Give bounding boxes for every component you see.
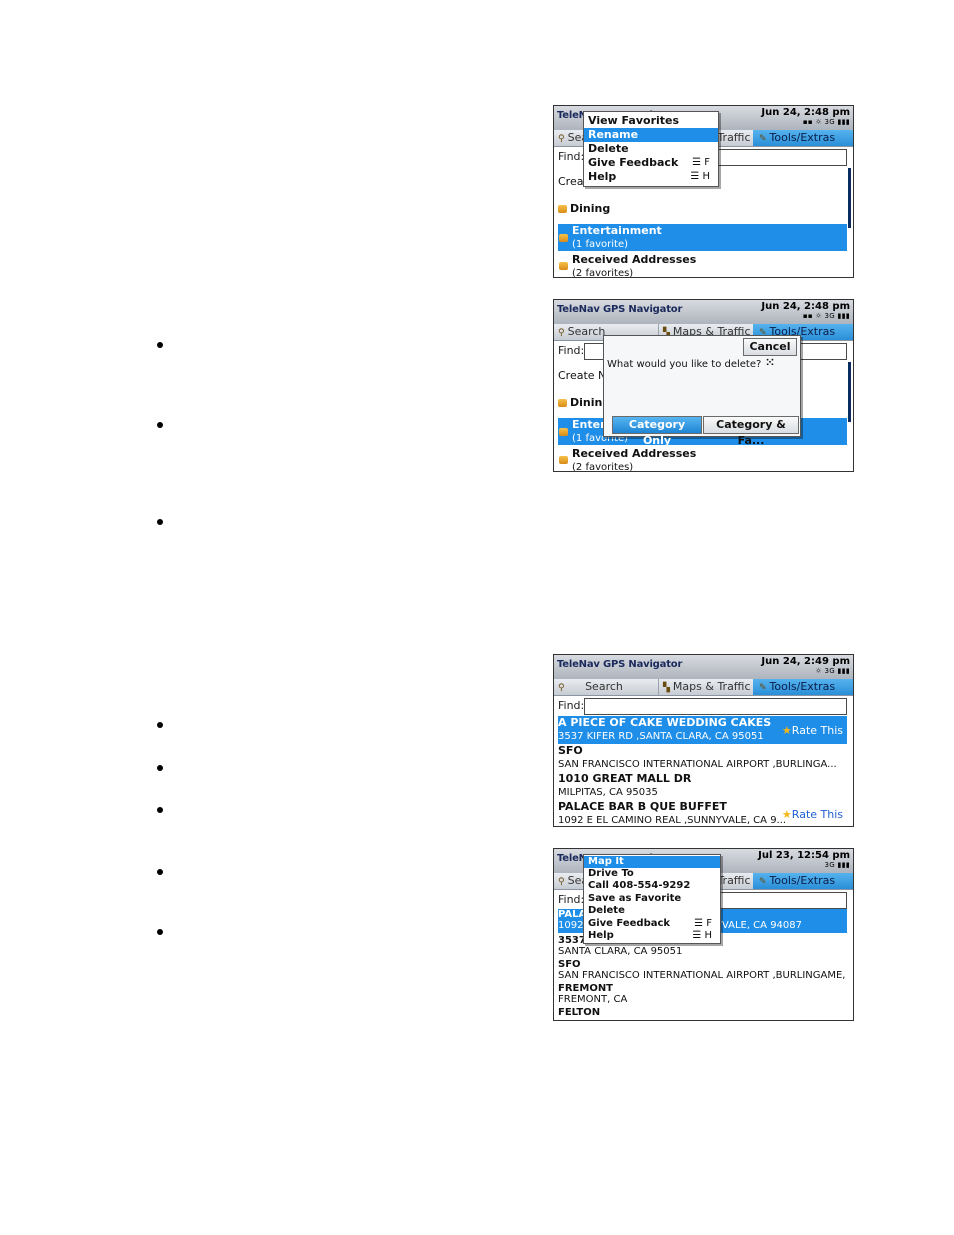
clock: Jul 23, 12:54 pm xyxy=(758,850,850,861)
bullet xyxy=(157,422,163,428)
context-menu: View Favorites Rename Delete Give Feedba… xyxy=(583,111,719,187)
star-icon: ★ xyxy=(781,808,792,821)
app-title: TeleNav GPS Navigator xyxy=(557,659,683,670)
menu-item-help[interactable]: Help ☰ H xyxy=(584,930,720,942)
tab-tools-extras[interactable]: ✎ Tools/Extras xyxy=(753,679,853,695)
menu-item-help[interactable]: Help ☰ H xyxy=(584,170,718,184)
bullet xyxy=(157,929,163,935)
map-icon: ▚ xyxy=(663,683,670,693)
category-and-favorites-button[interactable]: Category & Fa... xyxy=(703,416,799,447)
menu-item-save-favorite[interactable]: Save as Favorite xyxy=(584,893,720,905)
folder-icon xyxy=(559,428,568,436)
find-label: Find: xyxy=(558,150,585,163)
menu-item-give-feedback[interactable]: Give Feedback ☰ F xyxy=(584,918,720,930)
search-icon: ⚲ xyxy=(558,683,565,693)
screenshot-result-menu: TeleNav GPS Navigator Jul 23, 12:54 pm 3… xyxy=(553,848,854,1021)
screenshot-delete-dialog: TeleNav GPS Navigator Jun 24, 2:48 pm ▪▪… xyxy=(553,299,854,472)
clock: Jun 24, 2:48 pm xyxy=(761,301,850,312)
folder-icon xyxy=(558,399,567,407)
signal-status: ▪▪ ☼ 3G ▮▮▮ xyxy=(802,312,850,320)
search-icon: ⚲ xyxy=(558,877,565,887)
menu-item-map-it[interactable]: Map It xyxy=(584,856,720,868)
tab-maps-traffic[interactable]: ▚Maps & Traffic xyxy=(659,679,754,695)
menu-item-give-feedback[interactable]: Give Feedback ☰ F xyxy=(584,156,718,170)
wrench-icon: ✎ xyxy=(759,877,767,887)
title-bar: TeleNav GPS Navigator Jun 24, 2:48 pm ▪▪… xyxy=(554,300,853,324)
dialog-message: What would you like to delete? xyxy=(607,359,762,370)
result-item[interactable]: FELTON xyxy=(558,1007,847,1018)
screenshot-search-results: TeleNav GPS Navigator Jun 24, 2:49 pm ☼ … xyxy=(553,654,854,827)
delete-dialog: Cancel ⁙ What would you like to delete? … xyxy=(603,335,801,447)
network-label: 3G xyxy=(824,667,836,675)
menu-item-drive-to[interactable]: Drive To xyxy=(584,868,720,880)
wrench-icon: ✎ xyxy=(759,683,767,693)
scrollbar[interactable] xyxy=(848,362,851,422)
cancel-button[interactable]: Cancel ⁙ xyxy=(743,338,797,369)
bullet xyxy=(157,869,163,875)
rate-this-link[interactable]: ★Rate This xyxy=(782,808,843,821)
scrollbar[interactable] xyxy=(848,168,851,228)
find-label: Find: xyxy=(558,893,585,906)
result-item[interactable]: FREMONT FREMONT, CA xyxy=(558,983,847,1005)
menu-item-call[interactable]: Call 408-554-9292 xyxy=(584,880,720,892)
shortcut-key: ☰ F xyxy=(694,918,712,929)
category-only-button[interactable]: Category Only xyxy=(612,416,702,447)
clock: Jun 24, 2:48 pm xyxy=(761,107,850,118)
find-label: Find: xyxy=(558,699,585,712)
screenshot-favorites-menu: TeleNav GPS Navigator Jun 24, 2:48 pm ▪▪… xyxy=(553,105,854,278)
bullet xyxy=(157,807,163,813)
network-label: 3G xyxy=(824,118,836,126)
signal-status: 3G ▮▮▮ xyxy=(824,861,850,869)
rate-this-link[interactable]: ★Rate This xyxy=(782,724,843,737)
app-title: TeleNav GPS Navigator xyxy=(557,304,683,315)
menu-item-delete[interactable]: Delete xyxy=(584,905,720,917)
menu-item-delete[interactable]: Delete xyxy=(584,142,718,156)
star-icon: ★ xyxy=(781,724,792,737)
tab-tools-extras[interactable]: ✎ Tools/Extras xyxy=(753,873,853,889)
network-label: 3G xyxy=(824,312,836,320)
list-item[interactable]: Received Addresses (2 favorites) xyxy=(558,447,847,471)
menu-item-view-favorites[interactable]: View Favorites xyxy=(584,114,718,128)
signal-status: ☼ 3G ▮▮▮ xyxy=(815,667,850,675)
result-item[interactable]: SFO SAN FRANCISCO INTERNATIONAL AIRPORT … xyxy=(558,959,847,981)
network-label: 3G xyxy=(824,861,836,869)
tab-tools-extras[interactable]: ✎ Tools/Extras xyxy=(753,130,853,146)
result-item[interactable]: 1010 GREAT MALL DR MILPITAS, CA 95035 xyxy=(558,772,847,798)
tab-bar: ⚲ Search ▚ Maps & Traffic ✎ Tools/Extras xyxy=(554,679,853,696)
search-icon: ⚲ xyxy=(558,328,565,338)
list-item[interactable]: Dining xyxy=(558,202,847,215)
folder-icon xyxy=(559,262,568,270)
signal-status: ▪▪ ☼ 3G ▮▮▮ xyxy=(802,118,850,126)
list-item-selected[interactable]: Entertainment (1 favorite) xyxy=(558,224,847,251)
tab-search[interactable]: ⚲ Search xyxy=(554,679,659,695)
title-bar: TeleNav GPS Navigator Jun 24, 2:49 pm ☼ … xyxy=(554,655,853,679)
search-icon: ⚲ xyxy=(558,134,565,144)
list-item[interactable]: Received Addresses (2 favorites) xyxy=(558,253,847,277)
wrench-icon: ✎ xyxy=(759,134,767,144)
context-menu: Map It Drive To Call 408-554-9292 Save a… xyxy=(583,854,721,944)
folder-icon xyxy=(559,456,568,464)
bullet xyxy=(157,722,163,728)
find-label: Find: xyxy=(558,344,585,357)
shortcut-key: ☰ F xyxy=(692,157,710,168)
folder-icon xyxy=(559,234,568,242)
menu-item-rename[interactable]: Rename xyxy=(584,128,718,142)
folder-icon xyxy=(558,205,567,213)
find-input[interactable] xyxy=(584,698,847,715)
close-icon: ⁙ xyxy=(765,356,775,369)
clock: Jun 24, 2:49 pm xyxy=(761,656,850,667)
result-item-selected[interactable]: A PIECE OF CAKE WEDDING CAKES 3537 KIFER… xyxy=(558,716,847,744)
bullet xyxy=(157,765,163,771)
find-row: Find: xyxy=(554,696,853,715)
bullet xyxy=(157,519,163,525)
bullet xyxy=(157,342,163,348)
result-item[interactable]: SFO SAN FRANCISCO INTERNATIONAL AIRPORT … xyxy=(558,744,847,770)
shortcut-key: ☰ H xyxy=(692,930,712,941)
shortcut-key: ☰ H xyxy=(690,171,710,182)
result-item[interactable]: PALACE BAR B QUE BUFFET 1092 E EL CAMINO… xyxy=(558,800,847,826)
